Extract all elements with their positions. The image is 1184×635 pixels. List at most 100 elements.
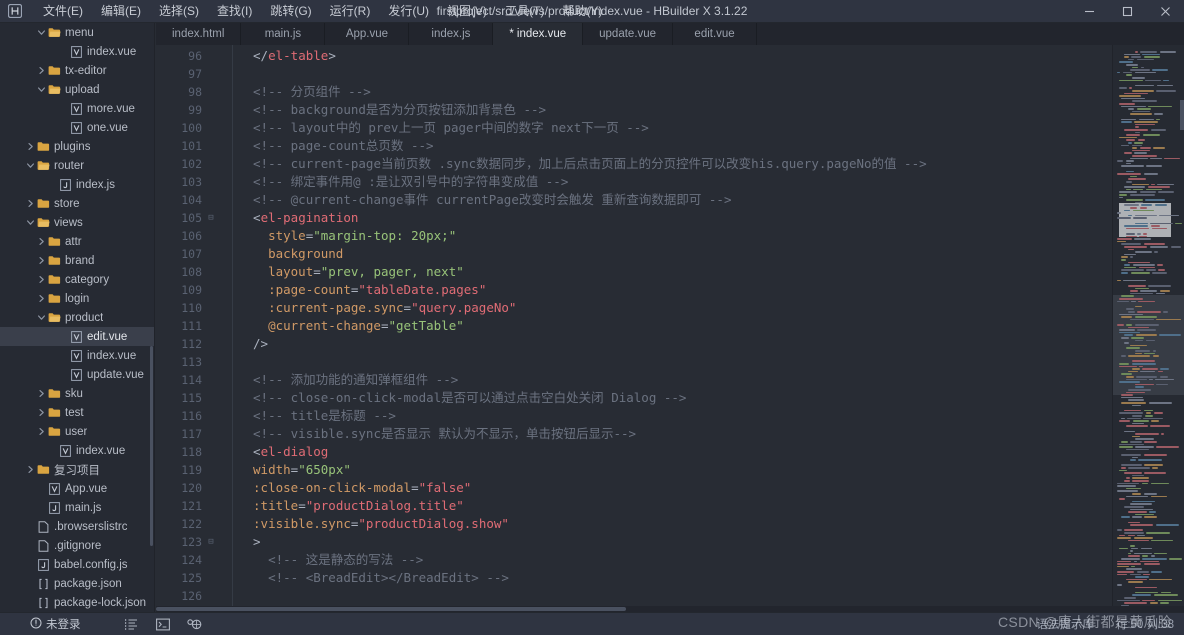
tree-item-test[interactable]: test [0,403,154,422]
tree-item-index-vue[interactable]: index.vue [0,441,154,460]
code-line[interactable]: <!-- 添加功能的通知弹框组件 --> [253,371,458,389]
tree-body[interactable]: menu index.vue tx-editor upload more.vue one.… [0,23,154,612]
code-line[interactable]: :close-on-click-modal="false" [253,479,471,497]
menu-bar[interactable]: 文件(E) 编辑(E) 选择(S) 查找(I) 跳转(G) 运行(R) 发行(U… [34,1,611,22]
cursor-position-label[interactable]: 行:50 列:38 [1116,616,1174,632]
code-line[interactable]: <!-- visible.sync是否显示 默认为不显示，单击按钮后显示--> [253,425,636,443]
outline-icon[interactable] [123,616,139,632]
code-fold-toggle[interactable]: ⊟ [206,209,216,227]
editor-tab-bar[interactable]: index.html main.js App.vue index.js * index.v… [156,23,1184,45]
menu-item-find[interactable]: 查找(I) [208,1,261,22]
code-line[interactable]: <!-- background是否为分页按钮添加背景色 --> [253,101,546,119]
code-line[interactable]: @current-change="getTable" [268,317,464,335]
tree-item-edit-vue[interactable]: edit.vue [0,327,154,346]
tab-index-html[interactable]: index.html [156,23,242,45]
tree-item-gitignore[interactable]: .gitignore [0,536,154,555]
tab-edit-vue[interactable]: edit.vue [673,23,758,45]
tree-item-upload[interactable]: upload [0,80,154,99]
code-line[interactable]: <!-- 绑定事件用@ :是让双引号中的字符串变成值 --> [253,173,568,191]
code-line[interactable]: :title="productDialog.title" [253,497,464,515]
chevron-right-icon[interactable] [35,61,47,80]
tree-item-login[interactable]: login [0,289,154,308]
tree-item-brand[interactable]: brand [0,251,154,270]
editor-horizontal-scrollbar-thumb[interactable] [156,607,626,611]
tree-item-user[interactable]: user [0,422,154,441]
tree-item-[interactable]: 复习项目 [0,460,154,479]
chevron-right-icon[interactable] [35,403,47,422]
tab-App-vue[interactable]: App.vue [325,23,410,45]
code-line[interactable]: <el-pagination [253,209,358,227]
chevron-right-icon[interactable] [35,232,47,251]
tree-item-attr[interactable]: attr [0,232,154,251]
code-line[interactable]: <!-- title是标题 --> [253,407,396,425]
menu-item-run[interactable]: 运行(R) [321,1,380,22]
maximize-button[interactable] [1108,0,1146,23]
tree-item-index-js[interactable]: index.js [0,175,154,194]
tree-item-index-vue[interactable]: index.vue [0,346,154,365]
code-line[interactable]: </el-table> [253,47,336,65]
minimap-scrollbar-thumb[interactable] [1180,100,1184,130]
tree-item-one-vue[interactable]: one.vue [0,118,154,137]
tree-item-browserslistrc[interactable]: .browserslistrc [0,517,154,536]
chevron-down-icon[interactable] [35,23,47,42]
tree-item-main-js[interactable]: main.js [0,498,154,517]
tree-item-views[interactable]: views [0,213,154,232]
code-line[interactable]: <!-- @current-change事件 currentPage改变时会触发… [253,191,731,209]
menu-item-publish[interactable]: 发行(U) [379,1,438,22]
code-line[interactable]: style="margin-top: 20px;" [268,227,456,245]
code-line[interactable]: > [253,533,261,551]
menu-item-select[interactable]: 选择(S) [150,1,208,22]
menu-item-view[interactable]: 视图(V) [438,1,496,22]
code-line[interactable]: /> [253,335,268,353]
code-line[interactable]: <!-- 这是静态的写法 --> [268,551,423,569]
code-line[interactable]: <!-- page-count总页数 --> [253,137,434,155]
plugin-icon[interactable] [187,616,203,632]
code-line[interactable]: <!-- current-page当前页数 .sync数据同步，加上后点击页面上… [253,155,927,173]
tree-item-package-lock-json[interactable]: package-lock.json [0,593,154,612]
chevron-down-icon[interactable] [24,156,36,175]
code-line[interactable]: <!-- layout中的 prev上一页 pager中间的数字 next下一页… [253,119,649,137]
chevron-right-icon[interactable] [35,422,47,441]
tree-item-menu[interactable]: menu [0,23,154,42]
tree-item-product[interactable]: product [0,308,154,327]
tab-main-js[interactable]: main.js [241,23,326,45]
chevron-down-icon[interactable] [35,308,47,327]
tab-index-js[interactable]: index.js [409,23,494,45]
chevron-right-icon[interactable] [24,460,36,479]
code-line[interactable]: <!-- close-on-click-modal是否可以通过点击空白处关闭 D… [253,389,686,407]
login-status-button[interactable]: 未登录 [30,616,81,632]
chevron-right-icon[interactable] [35,289,47,308]
tree-item-category[interactable]: category [0,270,154,289]
tree-item-index-vue[interactable]: index.vue [0,42,154,61]
code-line[interactable]: <el-dialog [253,443,328,461]
code-line[interactable]: :current-page.sync="query.pageNo" [268,299,516,317]
tree-item-store[interactable]: store [0,194,154,213]
chevron-right-icon[interactable] [24,194,36,213]
chevron-right-icon[interactable] [35,251,47,270]
terminal-icon[interactable] [155,616,171,632]
tree-item-router[interactable]: router [0,156,154,175]
menu-item-help[interactable]: 帮助(Y) [553,1,611,22]
menu-item-tools[interactable]: 工具(T) [496,1,553,22]
chevron-down-icon[interactable] [24,213,36,232]
tree-item-tx-editor[interactable]: tx-editor [0,61,154,80]
window-controls[interactable] [1070,0,1184,23]
project-file-tree[interactable]: menu index.vue tx-editor upload more.vue one.… [0,23,155,612]
code-line[interactable]: layout="prev, pager, next" [268,263,464,281]
tree-item-plugins[interactable]: plugins [0,137,154,156]
menu-item-goto[interactable]: 跳转(G) [261,1,320,22]
tree-item-update-vue[interactable]: update.vue [0,365,154,384]
tree-item-more-vue[interactable]: more.vue [0,99,154,118]
code-line[interactable]: width="650px" [253,461,351,479]
tab-update-vue[interactable]: update.vue [583,23,674,45]
code-line[interactable]: <!-- <BreadEdit></BreadEdit> --> [268,569,509,587]
chevron-right-icon[interactable] [35,270,47,289]
code-line[interactable]: :visible.sync="productDialog.show" [253,515,509,533]
minimize-button[interactable] [1070,0,1108,23]
code-line[interactable]: :page-count="tableDate.pages" [268,281,486,299]
tab-index-vue[interactable]: * index.vue [493,23,584,45]
chevron-right-icon[interactable] [35,384,47,403]
chevron-down-icon[interactable] [35,80,47,99]
tree-item-sku[interactable]: sku [0,384,154,403]
menu-item-edit[interactable]: 编辑(E) [92,1,150,22]
